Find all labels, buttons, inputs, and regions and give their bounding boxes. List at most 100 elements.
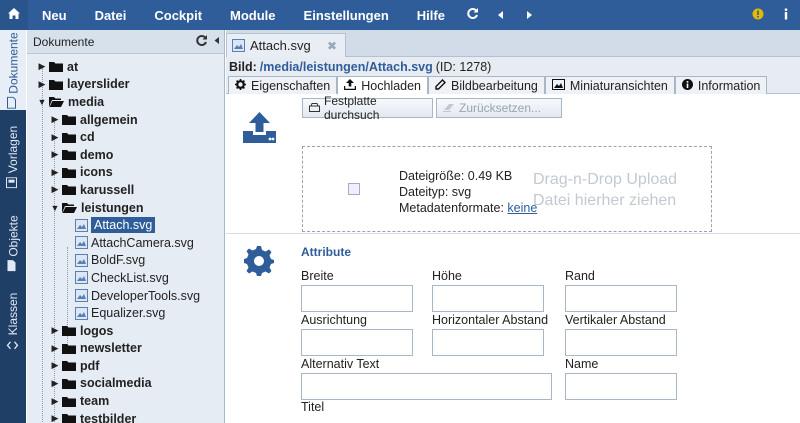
caret-right-icon[interactable]: ▶: [50, 413, 60, 423]
tree-refresh-icon[interactable]: [195, 34, 208, 50]
hoehe-label: Höhe: [432, 269, 462, 283]
asset-path[interactable]: /media/leistungen/Attach.svg: [260, 60, 433, 74]
tree-item[interactable]: ▶ newsletter: [27, 340, 224, 358]
tree-item-label: at: [67, 59, 79, 74]
tree-title: Dokumente: [33, 34, 95, 49]
name-input[interactable]: [565, 373, 677, 400]
vtab-dokumente[interactable]: Dokumente: [0, 30, 26, 110]
tree-item[interactable]: ▶ logos: [27, 322, 224, 340]
info-button[interactable]: [772, 0, 800, 30]
caret-right-icon[interactable]: ▶: [50, 396, 60, 407]
folder-open-icon: [49, 96, 64, 108]
tree-item[interactable]: ▶ pdf: [27, 357, 224, 375]
tree-item[interactable]: ▶ testbilder: [27, 410, 224, 423]
tab-hochladen[interactable]: Hochladen: [337, 76, 428, 94]
caret-right-icon[interactable]: ▶: [50, 378, 60, 389]
tree-item[interactable]: ▶ karussell: [27, 181, 224, 199]
caret-right-icon[interactable]: ▶: [50, 325, 60, 336]
tree-item[interactable]: CheckList.svg: [27, 269, 224, 287]
tree-item[interactable]: BoldF.svg: [27, 252, 224, 270]
document-tree-panel: Dokumente ▶ at ▶ layerslider ▼ media ▶ a…: [27, 30, 225, 423]
drop-zone[interactable]: Dateigröße: 0.49 KB Dateityp: svg Metada…: [302, 146, 712, 232]
tree-item-label: media: [68, 94, 105, 109]
caret-right-icon: [526, 8, 532, 22]
caret-right-icon[interactable]: ▶: [50, 149, 60, 160]
tree-item[interactable]: ▶ layerslider: [27, 76, 224, 94]
menu-module[interactable]: Module: [216, 0, 290, 30]
tree-item[interactable]: ▶ icons: [27, 164, 224, 182]
tree-item-label: Equalizer.svg: [91, 306, 166, 321]
file-size: Dateigröße: 0.49 KB: [399, 169, 513, 183]
notification-button[interactable]: [744, 0, 772, 30]
horizontal-spacing-input[interactable]: [432, 329, 544, 356]
warning-icon: [752, 8, 764, 23]
vtab-vorlagen[interactable]: Vorlagen: [0, 110, 26, 204]
ausrichtung-input[interactable]: [301, 329, 413, 356]
tab-label: Hochladen: [361, 78, 421, 93]
tree-item-selected[interactable]: Attach.svg: [27, 216, 224, 234]
menu-datei[interactable]: Datei: [81, 0, 141, 30]
caret-right-icon[interactable]: ▶: [37, 79, 47, 90]
tree-item-label: icons: [80, 165, 113, 180]
close-icon[interactable]: ✖: [327, 39, 337, 53]
breite-input[interactable]: [301, 285, 413, 312]
tab-miniaturansichten[interactable]: Miniaturansichten: [544, 76, 675, 94]
caret-down-icon[interactable]: ▼: [37, 97, 47, 107]
breite-label: Breite: [301, 269, 334, 283]
nav-forward-button[interactable]: [515, 0, 543, 30]
eraser-icon: [443, 101, 455, 115]
tree-item[interactable]: ▶ team: [27, 392, 224, 410]
vtab-objekte[interactable]: Objekte: [0, 204, 26, 282]
code-icon: [6, 339, 20, 351]
collapse-panel-icon[interactable]: [214, 34, 220, 50]
rand-input[interactable]: [565, 285, 677, 312]
folder-icon: [62, 360, 76, 372]
tab-information[interactable]: Information: [674, 76, 768, 94]
tree-item[interactable]: ▶ allgemein: [27, 111, 224, 129]
tree-item-label: cd: [80, 130, 95, 145]
tree-item[interactable]: ▼ media: [27, 93, 224, 111]
tree-item[interactable]: ▶ cd: [27, 128, 224, 146]
vertical-spacing-input[interactable]: [565, 329, 677, 356]
document-tab-bar: Attach.svg ✖: [226, 30, 800, 57]
caret-right-icon[interactable]: ▶: [50, 132, 60, 143]
tree-item[interactable]: Equalizer.svg: [27, 304, 224, 322]
tree-item[interactable]: ▶ socialmedia: [27, 375, 224, 393]
tree-item[interactable]: ▶ demo: [27, 146, 224, 164]
vtab-klassen-label: Klassen: [6, 292, 20, 336]
tree-item[interactable]: ▶ at: [27, 58, 224, 76]
refresh-button[interactable]: [459, 0, 487, 30]
caret-right-icon[interactable]: ▶: [50, 184, 60, 195]
hoehe-input[interactable]: [432, 285, 544, 312]
tab-eigenschaften[interactable]: Eigenschaften: [228, 76, 338, 94]
caret-right-icon[interactable]: ▶: [50, 167, 60, 178]
tab-label: Bildbearbeitung: [451, 78, 538, 93]
tree-item[interactable]: AttachCamera.svg: [27, 234, 224, 252]
menu-einstellungen[interactable]: Einstellungen: [290, 0, 403, 30]
tree-item-label: DeveloperTools.svg: [91, 288, 201, 303]
browse-disk-button[interactable]: Festplatte durchsuch: [302, 94, 433, 122]
tree-item[interactable]: ▼ leistungen: [27, 199, 224, 217]
caret-right-icon[interactable]: ▶: [50, 360, 60, 371]
home-button[interactable]: [0, 0, 28, 30]
caret-right-icon[interactable]: ▶: [50, 343, 60, 354]
object-icon: [6, 260, 21, 272]
menu-neu[interactable]: Neu: [28, 0, 81, 30]
vtab-dokumente-label: Dokumente: [6, 32, 20, 94]
caret-right-icon[interactable]: ▶: [37, 61, 47, 72]
tree-item-label: Attach.svg: [91, 217, 156, 234]
doc-tab-attach[interactable]: Attach.svg ✖: [226, 33, 346, 57]
menu-hilfe[interactable]: Hilfe: [403, 0, 459, 30]
menu-cockpit[interactable]: Cockpit: [140, 0, 216, 30]
alt-text-input[interactable]: [301, 373, 552, 400]
drop-hint: Drag-n-Drop Upload Datei hierher ziehen: [533, 169, 677, 211]
caret-down-icon[interactable]: ▼: [50, 203, 60, 213]
tree-item[interactable]: DeveloperTools.svg: [27, 287, 224, 305]
reset-button[interactable]: Zurücksetzen...: [436, 98, 562, 118]
caret-right-icon[interactable]: ▶: [50, 114, 60, 125]
tree-item-label: CheckList.svg: [91, 270, 169, 285]
tab-bildbearbeitung[interactable]: Bildbearbeitung: [428, 76, 545, 94]
vtab-klassen[interactable]: Klassen: [0, 282, 26, 362]
nav-back-button[interactable]: [487, 0, 515, 30]
folder-icon: [62, 396, 76, 407]
